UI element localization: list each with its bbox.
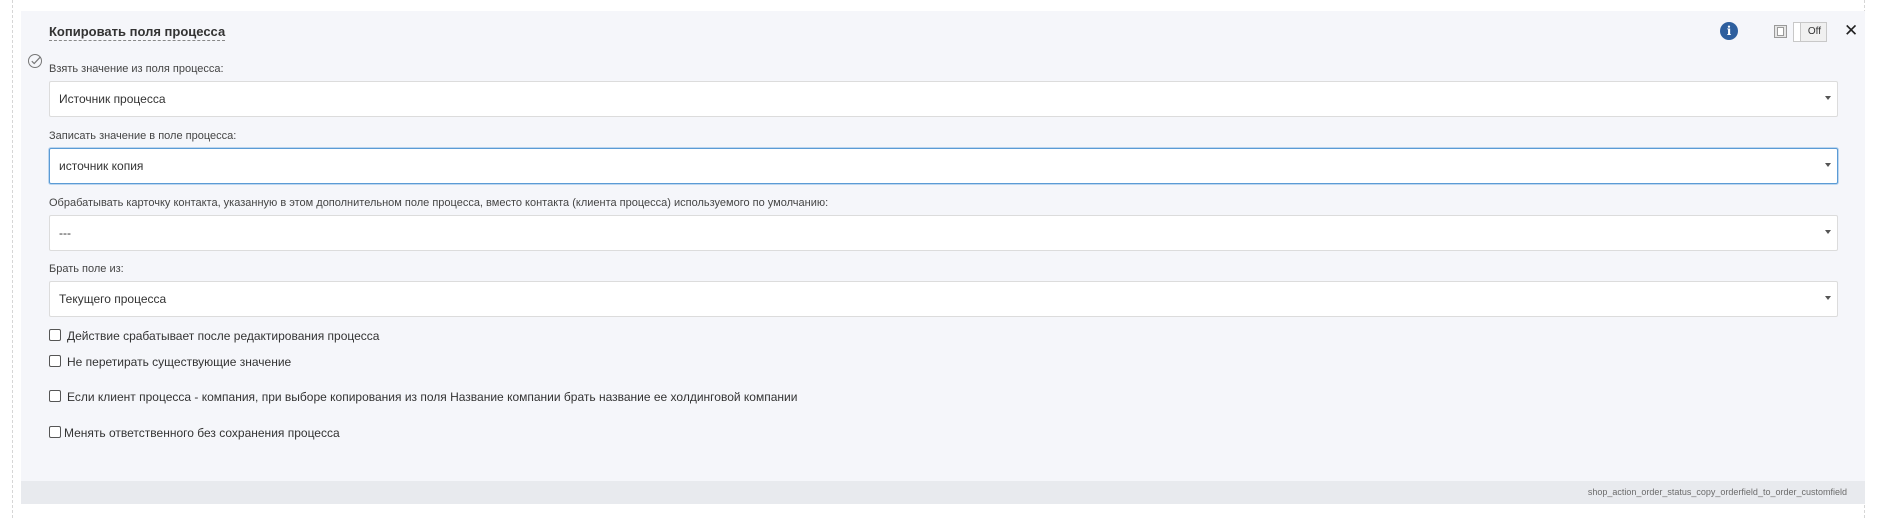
contact-field-label: Обрабатывать карточку контакта, указанну…	[49, 197, 829, 209]
checkbox[interactable]	[49, 355, 61, 367]
checkbox-after-edit[interactable]: Действие срабатывает после редактировани…	[49, 329, 379, 343]
contact-field-select[interactable]: ---	[49, 215, 1838, 251]
checkbox[interactable]	[49, 329, 61, 341]
enable-toggle[interactable]: Off	[1793, 22, 1827, 42]
chevron-down-icon	[1825, 96, 1831, 100]
close-icon[interactable]: ✕	[1844, 21, 1858, 41]
contact-field-value: ---	[59, 226, 71, 240]
chevron-down-icon	[1825, 296, 1831, 300]
chevron-down-icon	[1825, 163, 1831, 167]
checkbox[interactable]	[49, 390, 61, 402]
action-card: Копировать поля процесса i Off ✕ Взять з…	[21, 11, 1865, 504]
chevron-down-icon	[1825, 230, 1831, 234]
target-field-select[interactable]: источник копия	[49, 148, 1838, 184]
action-code: shop_action_order_status_copy_orderfield…	[1587, 487, 1847, 497]
check-circle-icon[interactable]	[27, 53, 43, 69]
checkbox[interactable]	[49, 426, 61, 438]
checkbox-holding-company[interactable]: Если клиент процесса - компания, при выб…	[49, 390, 797, 404]
checkbox-label: Если клиент процесса - компания, при выб…	[67, 390, 798, 404]
take-field-from-label: Брать поле из:	[49, 263, 124, 275]
card-footer: shop_action_order_status_copy_orderfield…	[21, 481, 1865, 504]
source-field-select[interactable]: Источник процесса	[49, 81, 1838, 117]
toggle-label: Off	[1807, 26, 1821, 37]
source-field-value: Источник процесса	[59, 92, 166, 106]
action-title[interactable]: Копировать поля процесса	[49, 24, 226, 41]
checkbox-no-overwrite[interactable]: Не перетирать существующие значение	[49, 355, 291, 369]
toggle-knob	[1794, 23, 1801, 41]
checkbox-label: Не перетирать существующие значение	[67, 355, 292, 369]
source-field-label: Взять значение из поля процесса:	[49, 63, 224, 75]
copy-icon[interactable]	[1773, 24, 1788, 39]
target-field-label: Записать значение в поле процесса:	[49, 130, 237, 142]
take-field-from-value: Текущего процесса	[59, 292, 167, 306]
info-icon[interactable]: i	[1720, 22, 1738, 40]
target-field-value: источник копия	[59, 159, 144, 173]
take-field-from-select[interactable]: Текущего процесса	[49, 281, 1838, 317]
checkbox-label: Действие срабатывает после редактировани…	[67, 329, 380, 343]
checkbox-label: Менять ответственного без сохранения про…	[64, 426, 340, 440]
checkbox-change-responsible[interactable]: Менять ответственного без сохранения про…	[49, 426, 340, 440]
